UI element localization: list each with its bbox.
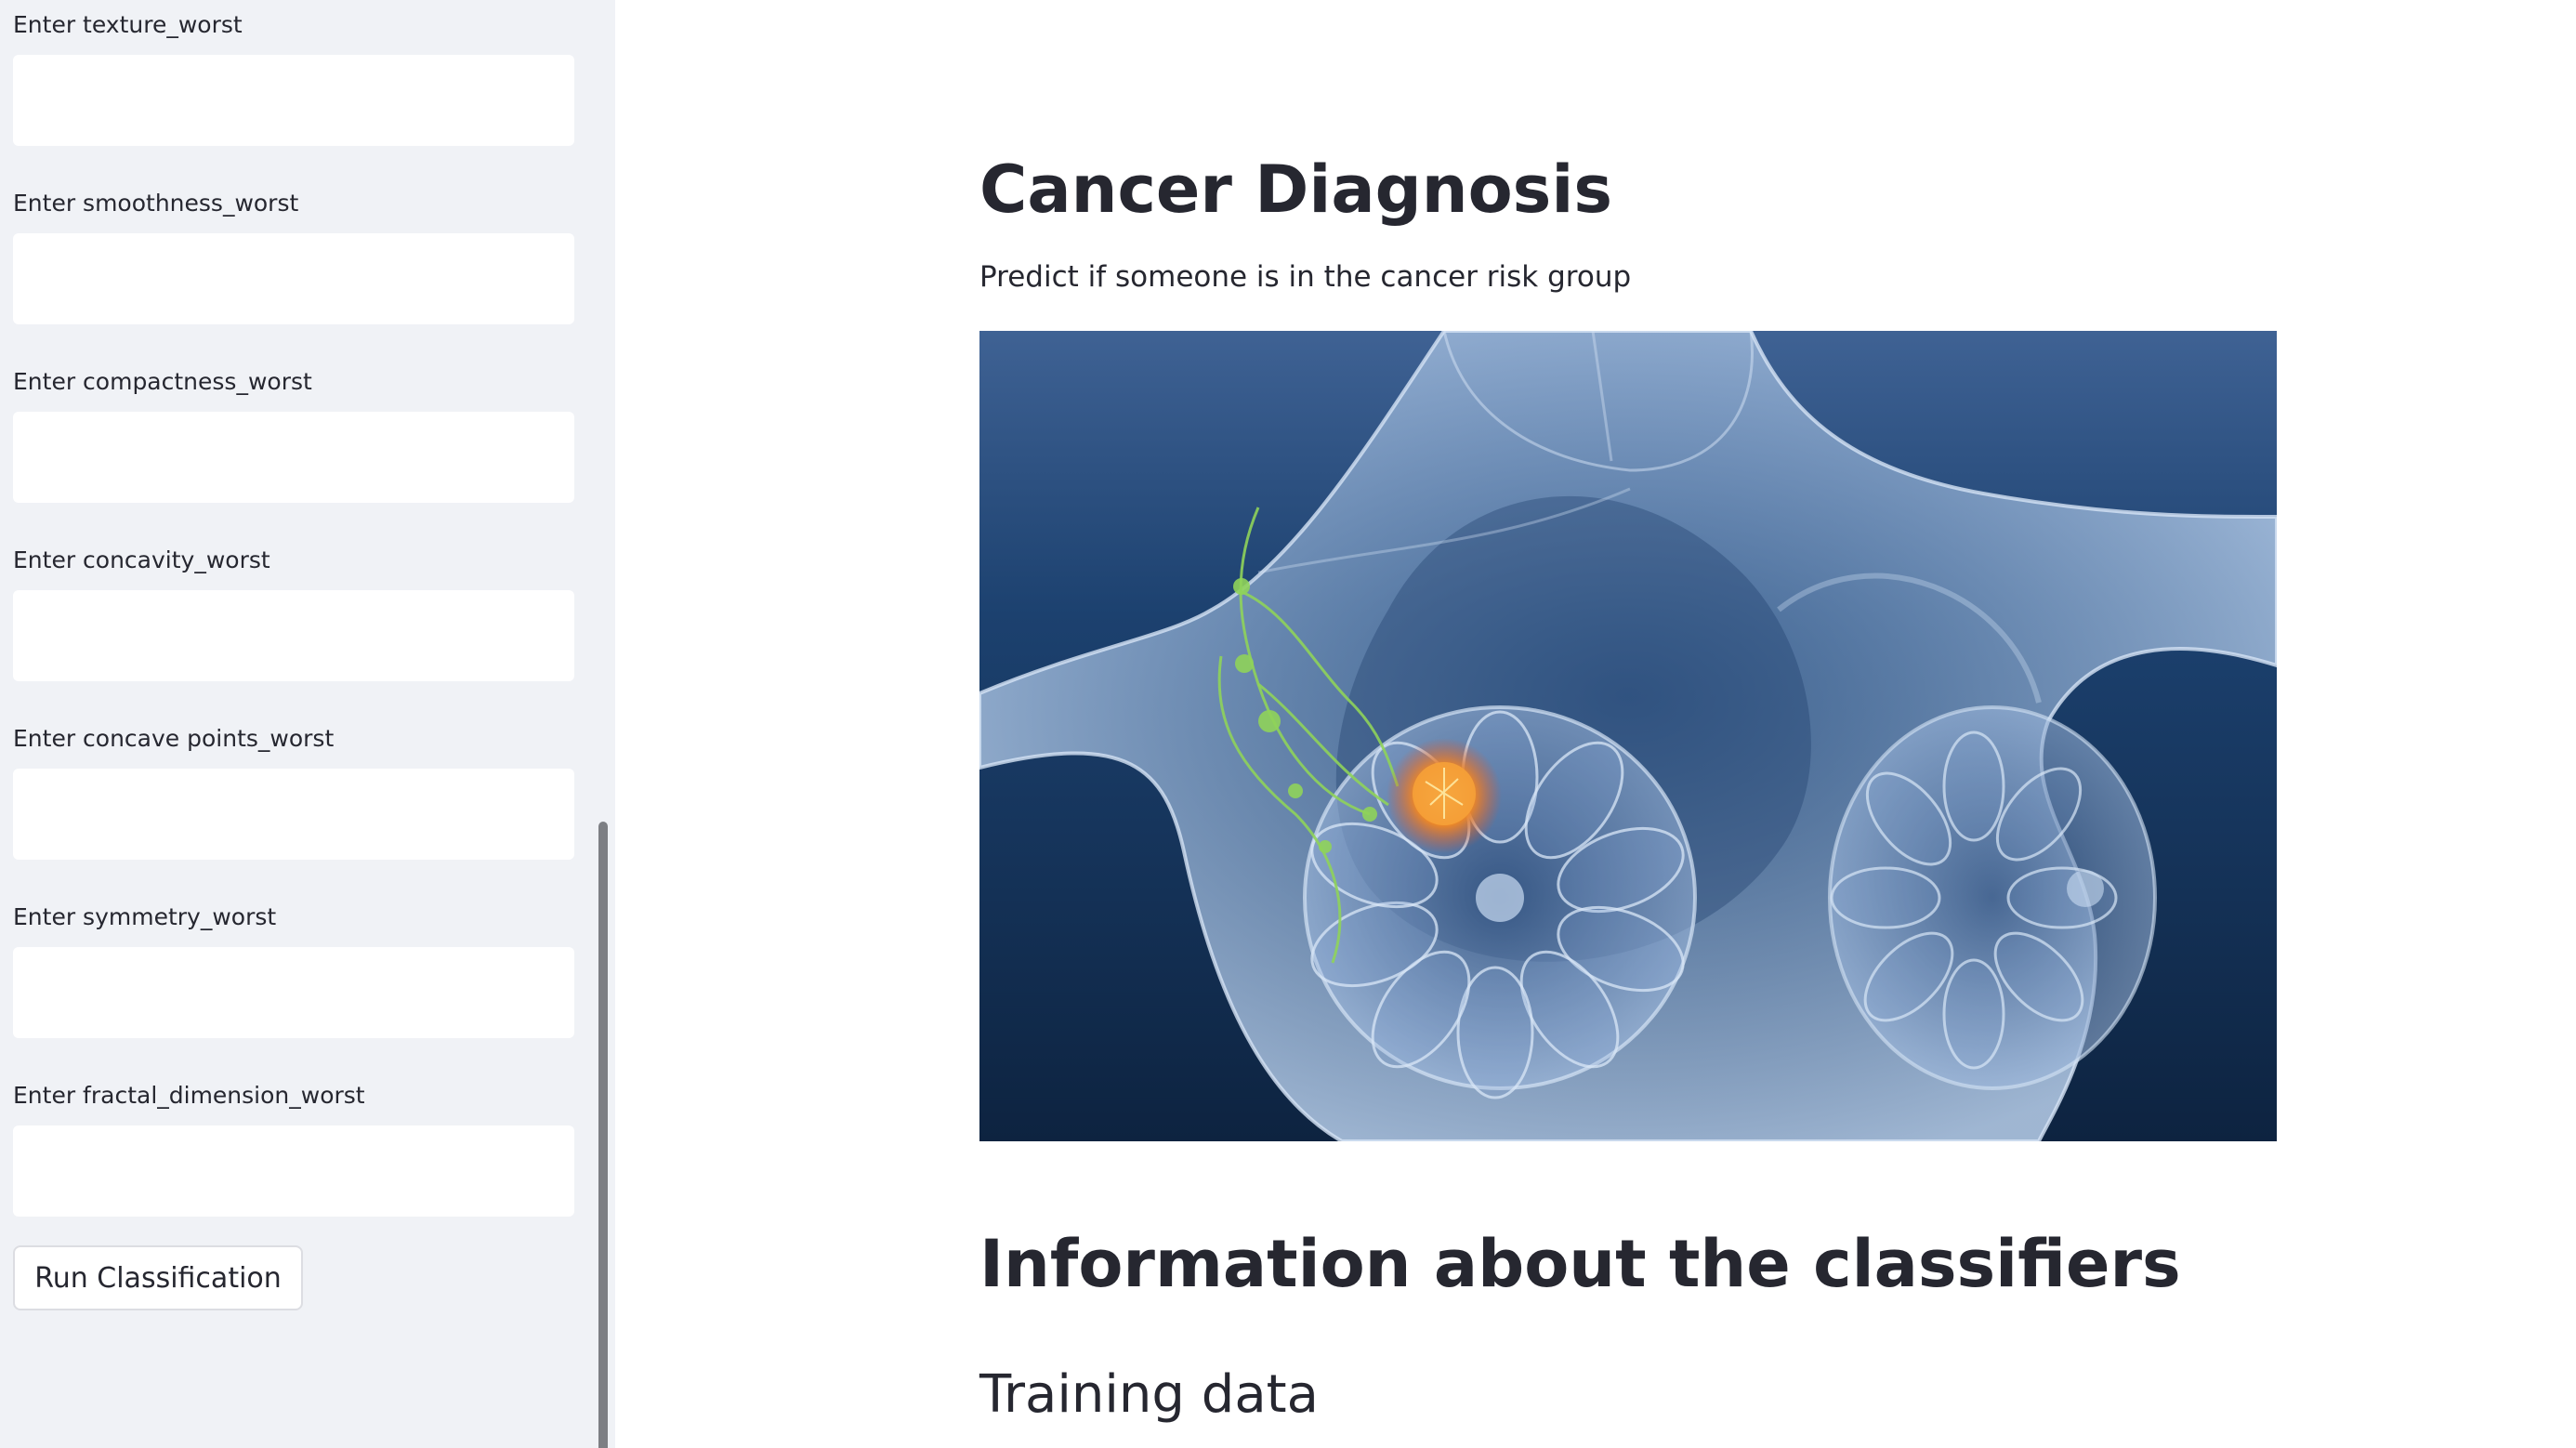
concavity-worst-input[interactable] [13,590,574,681]
field-label: Enter fractal_dimension_worst [13,1082,365,1109]
symmetry-worst-input[interactable] [13,947,574,1038]
sidebar: Enter texture_worst Enter smoothness_wor… [0,0,615,1448]
smoothness-worst-input[interactable] [13,233,574,324]
field-label: Enter compactness_worst [13,368,312,395]
breast-anatomy-illustration [979,331,2277,1141]
field-label: Enter concave points_worst [13,725,335,752]
concave-points-worst-input[interactable] [13,769,574,860]
main-content: Cancer Diagnosis Predict if someone is i… [615,0,2576,1448]
page-title: Cancer Diagnosis [979,151,1612,228]
fractal-dimension-worst-input[interactable] [13,1125,574,1217]
sidebar-scrollbar-thumb[interactable] [598,822,608,1448]
field-label: Enter texture_worst [13,11,243,38]
section-title: Information about the classifiers [979,1226,2181,1302]
page-subtitle: Predict if someone is in the cancer risk… [979,260,1632,294]
field-label: Enter smoothness_worst [13,190,299,217]
compactness-worst-input[interactable] [13,412,574,503]
field-label: Enter symmetry_worst [13,903,277,930]
app-window: Enter texture_worst Enter smoothness_wor… [0,0,2576,1448]
subsection-title: Training data [979,1364,1319,1425]
tumor-highlight [1387,738,1502,853]
right-breast-lobules [1828,705,2157,1090]
texture-worst-input[interactable] [13,55,574,146]
run-classification-button[interactable]: Run Classification [13,1245,303,1310]
field-label: Enter concavity_worst [13,546,270,573]
